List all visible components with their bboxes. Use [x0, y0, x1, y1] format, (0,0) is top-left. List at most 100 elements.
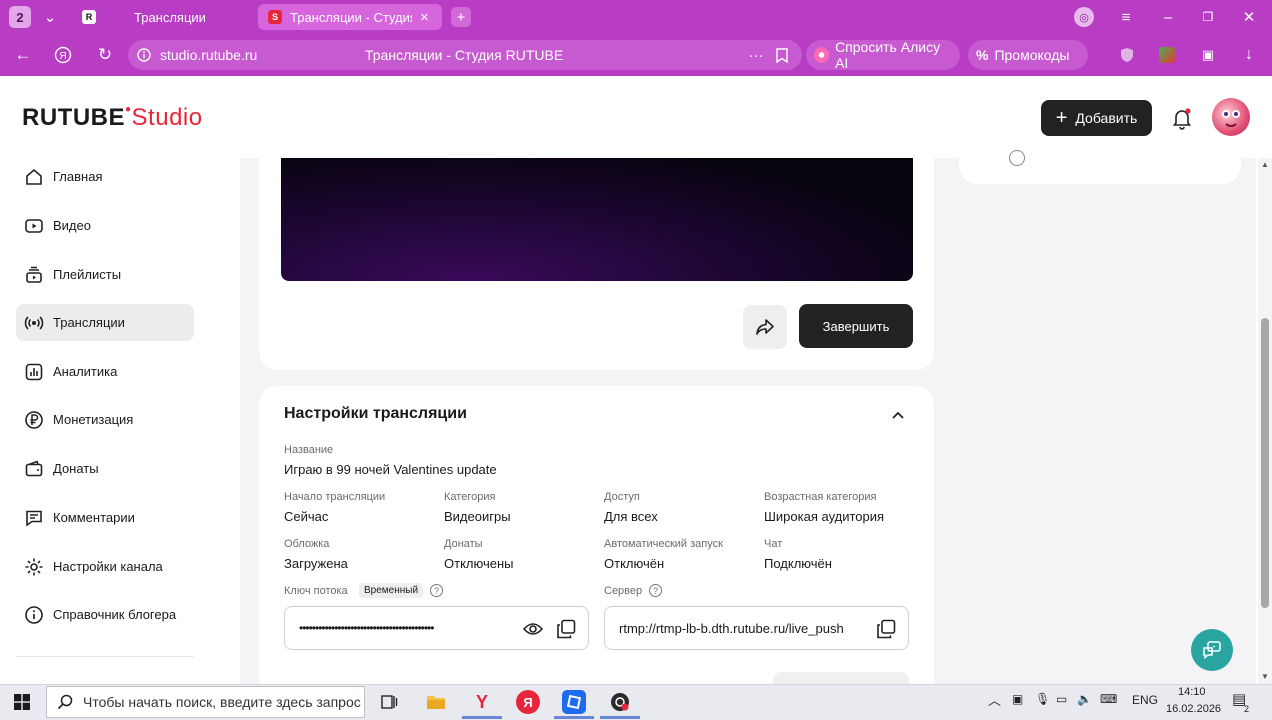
roblox-studio-icon[interactable]	[562, 690, 586, 714]
tray-keyboard-icon[interactable]: ⌨	[1100, 692, 1117, 706]
sidebar-item-home[interactable]: Главная	[16, 158, 194, 195]
shield-icon[interactable]	[1117, 45, 1137, 65]
field-label-autostart: Автоматический запуск	[604, 538, 723, 550]
avatar[interactable]	[1212, 98, 1250, 136]
task-view-icon[interactable]	[377, 690, 401, 714]
tray-time[interactable]: 14:10	[1178, 686, 1206, 698]
yandex-icon[interactable]: Я	[516, 690, 540, 714]
collapse-chevron-icon[interactable]	[888, 405, 908, 425]
scrollbar-thumb[interactable]	[1261, 318, 1269, 608]
url-text[interactable]: studio.rutube.ru	[160, 47, 257, 63]
copy-key-icon[interactable]	[555, 618, 577, 640]
bookmark-icon[interactable]	[773, 45, 791, 65]
site-info-icon[interactable]	[136, 46, 152, 64]
sidebar-item-label: Донаты	[53, 461, 99, 476]
stream-key-help-icon[interactable]: ?	[430, 584, 443, 597]
server-help-icon[interactable]: ?	[649, 584, 662, 597]
support-chat-icon	[1203, 641, 1221, 660]
sidebar-item-label: Видео	[53, 218, 91, 233]
field-label-donations: Донаты	[444, 538, 483, 550]
alice-icon	[814, 47, 830, 63]
tray-meet-icon[interactable]: ▣	[1012, 692, 1023, 706]
sidebar-item-video[interactable]: Видео	[16, 207, 194, 244]
sidebar-item-blogger-guide[interactable]: Справочник блогера	[16, 596, 194, 633]
search-icon	[57, 694, 73, 710]
sidebar-item-channel-settings[interactable]: Настройки канала	[16, 548, 194, 585]
sidebar-item-comments[interactable]: Комментарии	[16, 499, 194, 536]
tab-label: Трансляции - Студия R	[290, 9, 412, 25]
search-placeholder: Чтобы начать поиск, введите здесь запрос	[83, 694, 361, 710]
close-window-icon[interactable]: ✕	[1239, 7, 1259, 27]
field-label-category: Категория	[444, 491, 496, 503]
wallet-icon	[25, 460, 43, 476]
field-label-chat: Чат	[764, 538, 783, 550]
tab-broadcasts[interactable]: R Трансляции	[76, 4, 251, 30]
taskbar-search-input[interactable]: Чтобы начать поиск, введите здесь запрос	[46, 686, 365, 718]
tray-volume-icon[interactable]: 🔈	[1077, 692, 1092, 706]
rutube-studio-logo[interactable]: RUTUBE●Studio	[22, 104, 203, 132]
new-tab-icon[interactable]: +	[451, 7, 471, 27]
extension-icon[interactable]	[1157, 45, 1177, 65]
notifications-bell-icon[interactable]	[1170, 106, 1194, 130]
end-stream-button[interactable]: Завершить	[799, 304, 913, 348]
more-dots-icon[interactable]: ···	[745, 44, 767, 66]
profile-icon[interactable]: ◎	[1074, 7, 1094, 27]
tray-network-icon[interactable]: ▭	[1056, 692, 1067, 706]
stream-key-field[interactable]: ••••••••••••••••••••••••••••••••••••••••…	[284, 606, 589, 650]
obs-icon[interactable]	[608, 690, 632, 714]
sidebar-divider	[16, 656, 194, 657]
promocodes-label: Промокоды	[994, 47, 1070, 63]
sidebar-item-analytics[interactable]: Аналитика	[16, 353, 194, 390]
sidebar-item-donations[interactable]: Донаты	[16, 450, 194, 487]
tray-date[interactable]: 16.02.2026	[1166, 703, 1221, 715]
server-field[interactable]: rtmp://rtmp-lb-b.dth.rutube.ru/live_push	[604, 606, 909, 650]
sidebar-item-playlists[interactable]: Плейлисты	[16, 256, 194, 293]
tray-chevron-icon[interactable]: ︿	[988, 690, 1001, 709]
stream-key-label: Ключ потока	[284, 585, 348, 597]
tray-language[interactable]: ENG	[1132, 693, 1158, 707]
tab-count-badge[interactable]: 2	[9, 6, 31, 28]
restore-icon[interactable]: ❐	[1198, 7, 1218, 27]
video-icon	[25, 218, 43, 233]
analytics-icon	[25, 363, 43, 380]
windows-start-icon[interactable]	[10, 690, 34, 714]
add-button[interactable]: + Добавить	[1041, 100, 1152, 136]
field-value-access: Для всех	[604, 509, 658, 524]
field-label-age: Возрастная категория	[764, 491, 877, 503]
support-chat-button[interactable]	[1191, 629, 1233, 671]
share-button[interactable]	[743, 305, 787, 349]
back-icon[interactable]: ←	[12, 44, 34, 66]
copy-server-icon[interactable]	[875, 618, 897, 640]
percent-icon: %	[976, 47, 989, 63]
sidebar-item-label: Справочник блогера	[53, 607, 177, 622]
tabs-dropdown-icon[interactable]: ⌄	[40, 8, 60, 26]
sidebar-item-label: Настройки канала	[53, 559, 163, 574]
show-key-eye-icon[interactable]	[522, 618, 544, 640]
close-tab-icon[interactable]: ×	[420, 9, 429, 26]
field-value-category: Видеоигры	[444, 509, 511, 524]
sidebar-item-label: Трансляции	[53, 315, 125, 330]
yandex-icon[interactable]: Я	[52, 44, 74, 66]
info-icon	[25, 605, 43, 624]
collections-icon[interactable]: ▣	[1198, 45, 1218, 65]
svg-text:Я: Я	[59, 51, 66, 62]
tray-mic-icon[interactable]: 🎙	[1035, 692, 1050, 706]
stream-video-preview[interactable]	[281, 158, 913, 281]
field-label-cover: Обложка	[284, 538, 330, 550]
stream-key-value: ••••••••••••••••••••••••••••••••••••••••…	[299, 621, 434, 635]
yandex-browser-icon[interactable]: Y	[470, 690, 494, 714]
menu-icon[interactable]: ≡	[1116, 7, 1136, 27]
tab-studio[interactable]: S Трансляции - Студия R ×	[258, 4, 442, 30]
scroll-up-icon[interactable]: ▲	[1261, 160, 1269, 169]
reload-icon[interactable]: ↻	[94, 44, 116, 66]
ask-alice-button[interactable]: Спросить Алису AI	[806, 39, 960, 71]
sidebar-item-broadcasts[interactable]: Трансляции	[16, 304, 194, 341]
file-explorer-icon[interactable]	[424, 690, 448, 714]
download-icon[interactable]: ↓	[1239, 44, 1259, 66]
minimize-icon[interactable]: –	[1158, 7, 1178, 27]
promocodes-button[interactable]: % Промокоды	[968, 40, 1088, 70]
ruble-icon	[25, 410, 43, 429]
sidebar-item-monetization[interactable]: Монетизация	[16, 401, 194, 438]
scroll-down-icon[interactable]: ▼	[1261, 672, 1269, 681]
plus-icon: +	[1055, 107, 1068, 129]
